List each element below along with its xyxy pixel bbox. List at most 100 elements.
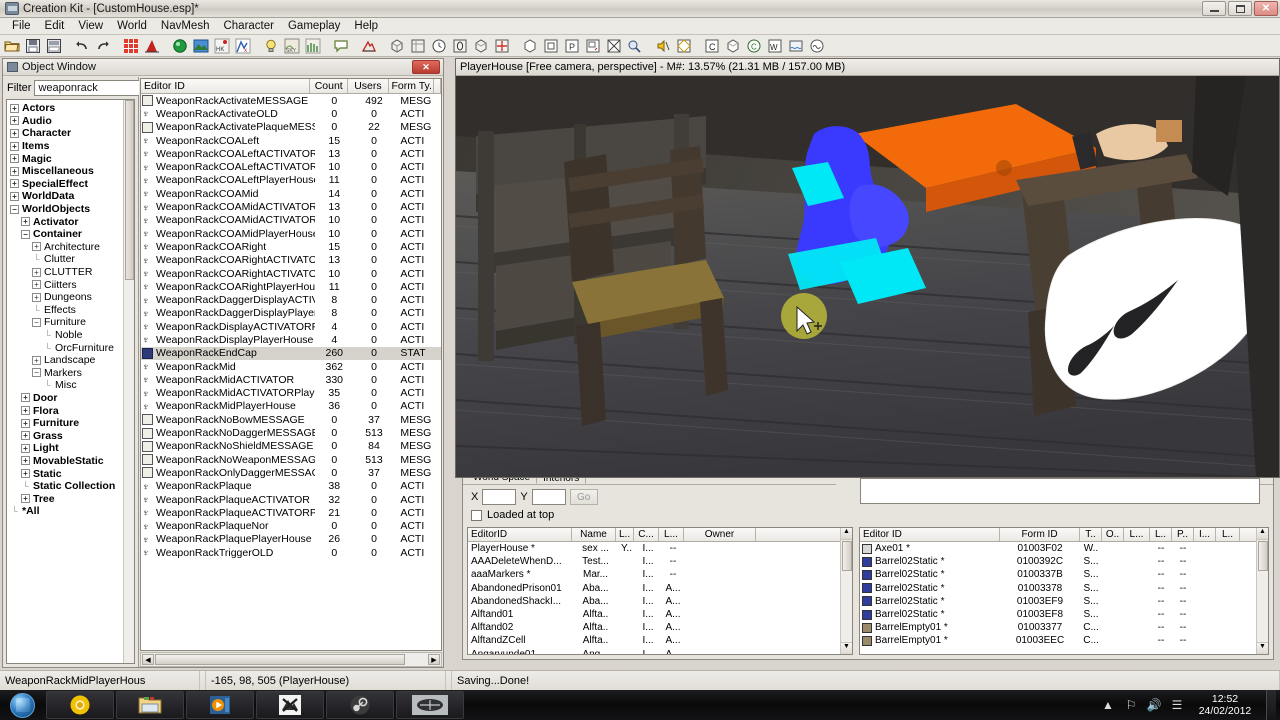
render-viewport[interactable] [456,76,1279,477]
hscroll-left-arrow[interactable]: ◀ [142,654,154,665]
tree-item-orcfurniture[interactable]: └ OrcFurniture [7,341,123,354]
cell-col-l1[interactable]: L.. [616,528,634,541]
object-list-row[interactable]: WeaponRackNoDaggerMESSAGE 0 513 MESG [141,426,441,439]
object-list-row[interactable]: WeaponRackDisplayACTIVATORPlay... 4 0 ACTI [141,320,441,333]
object-list-row[interactable]: WeaponRackMidACTIVATORPlayerH... 35 0 ACTI [141,387,441,400]
obj-col-p[interactable]: P.. [1172,528,1194,541]
close-button[interactable]: ✕ [1254,1,1278,16]
tree-item-clutter[interactable]: └ Clutter [7,253,123,266]
tree-item-misc[interactable]: └ Misc [7,379,123,392]
category-tree[interactable]: + Actors + Audio + Character + Items + Magic + Misc… [6,99,135,664]
volume-icon[interactable]: 🔊 [1147,698,1162,712]
tree-item-magic[interactable]: + Magic [7,152,123,165]
cell-object-row[interactable]: Barrel02Static * 01003378 S... -- -- [860,582,1268,595]
tree-item-furniture[interactable]: + Furniture [7,417,123,430]
object-list-row[interactable]: WeaponRackCOAMidACTIVATOR 13 0 ACTI [141,200,441,213]
cell-object-scrollbar[interactable]: ▲ ▼ [1256,528,1268,654]
water-icon[interactable] [786,36,806,56]
tree-item-items[interactable]: + Items [7,140,123,153]
obj-col-l2[interactable]: L.. [1150,528,1172,541]
dialogue-icon[interactable] [331,36,351,56]
havok-icon[interactable]: HK [212,36,232,56]
object-list[interactable]: Editor ID Count Users Form Ty.. WeaponRa… [140,78,442,651]
frame-icon[interactable] [541,36,561,56]
cell-col-l2[interactable]: L... [659,528,684,541]
tree-expand-toggle[interactable]: + [21,443,30,453]
hscroll-right-arrow[interactable]: ▶ [428,654,440,665]
object-list-row[interactable]: WeaponRackCOALeftACTIVATOR 13 0 ACTI [141,147,441,160]
tree-item-effects[interactable]: └ Effects [7,304,123,317]
tree-expand-toggle[interactable]: + [10,103,19,113]
object-window-close-button[interactable]: ✕ [412,60,440,74]
tree-item-door[interactable]: + Door [7,392,123,405]
cell-object-row[interactable]: Axe01 * 01003F02 W.. -- -- [860,542,1268,555]
tree-collapse-toggle[interactable]: − [21,229,30,239]
object-list-row[interactable]: WeaponRackMidPlayerHouse 36 0 ACTI [141,400,441,413]
tree-item--all[interactable]: └ *All [7,505,123,518]
cell-list-row[interactable]: PlayerHouse * sex ... Y.. I... -- [468,542,852,555]
tree-scrollbar[interactable] [123,100,134,663]
menu-item-gameplay[interactable]: Gameplay [281,19,347,33]
object-list-row[interactable]: WeaponRackNoShieldMESSAGE 0 84 MESG [141,440,441,453]
tree-item-miscellaneous[interactable]: + Miscellaneous [7,165,123,178]
tree-expand-toggle[interactable]: + [10,141,19,151]
y-input[interactable] [531,489,566,505]
column-header-users[interactable]: Users [348,79,389,93]
tree-item-furniture[interactable]: − Furniture [7,316,123,329]
tree-expand-toggle[interactable]: + [21,469,30,479]
cell-object-row[interactable]: Barrel02Static * 0100337B S... -- -- [860,568,1268,581]
preview-window-icon[interactable] [170,36,190,56]
object-list-row[interactable]: WeaponRackPlaqueACTIVATOR 32 0 ACTI [141,493,441,506]
menu-item-world[interactable]: World [110,19,154,33]
tree-leaf-marker[interactable]: └ [21,481,30,491]
tree-item-clutter[interactable]: + CLUTTER [7,266,123,279]
hscroll-thumb[interactable] [155,654,405,665]
show-hidden-icon[interactable]: ▲ [1101,698,1115,712]
object-palette-icon[interactable] [408,36,428,56]
world-icon[interactable]: W [765,36,785,56]
tree-expand-toggle[interactable]: + [21,217,30,227]
object-list-row[interactable]: WeaponRackMidACTIVATOR 330 0 ACTI [141,373,441,386]
obj-scroll-down[interactable]: ▼ [1257,642,1268,654]
obj-col-t[interactable]: T.. [1080,528,1102,541]
obj-col-l3[interactable]: L.. [1216,528,1240,541]
tree-item-activator[interactable]: + Activator [7,215,123,228]
tree-expand-toggle[interactable]: + [10,128,19,138]
clock-icon[interactable] [429,36,449,56]
tree-expand-toggle[interactable]: + [21,418,30,428]
tree-expand-toggle[interactable]: + [10,116,19,126]
zero-icon[interactable] [450,36,470,56]
tree-item-worlddata[interactable]: + WorldData [7,190,123,203]
tree-scrollbar-thumb[interactable] [125,100,134,280]
object-list-row[interactable]: WeaponRackTriggerOLD 0 0 ACTI [141,546,441,559]
cell-scroll-thumb[interactable] [842,541,852,571]
cell-list-row[interactable]: aaaMarkers * Mar... I... -- [468,568,852,581]
cell-object-row[interactable]: BarrelEmpty01 * 01003EEC C... -- -- [860,634,1268,647]
save-icon[interactable] [23,36,43,56]
cell-col-name[interactable]: Name [572,528,616,541]
tree-expand-toggle[interactable]: + [21,406,30,416]
tree-item-ciitters[interactable]: + Ciitters [7,278,123,291]
tree-expand-toggle[interactable]: + [32,280,41,290]
tree-expand-toggle[interactable]: + [10,179,19,189]
tree-item-specialeffect[interactable]: + SpecialEffect [7,178,123,191]
column-header-form-type[interactable]: Form Ty.. [389,79,434,93]
object-list-row[interactable]: WeaponRackOnlyDaggerMESSAGE 0 37 MESG [141,466,441,479]
tree-expand-toggle[interactable]: + [21,393,30,403]
cell-icon[interactable]: C [702,36,722,56]
object-list-row[interactable]: WeaponRackPlaquePlayerHouse 26 0 ACTI [141,533,441,546]
audio-icon[interactable] [653,36,673,56]
go-button[interactable]: Go [569,489,598,505]
cell-list-row[interactable]: AbandonedPrison01 Aba... I... A... [468,582,852,595]
cell-view-side-field[interactable] [860,478,1260,504]
obj-scroll-up[interactable]: ▲ [1257,528,1268,540]
cell-scroll-up[interactable]: ▲ [841,528,852,540]
grass-icon[interactable] [303,36,323,56]
object-list-row[interactable]: WeaponRackActivateOLD 0 0 ACTI [141,107,441,120]
taskbar-item-media-player[interactable] [186,691,254,719]
tree-expand-toggle[interactable]: + [10,191,19,201]
tree-expand-toggle[interactable]: + [32,292,41,302]
sky-icon[interactable]: SKY [282,36,302,56]
start-button[interactable] [0,691,44,719]
cube-icon[interactable] [520,36,540,56]
